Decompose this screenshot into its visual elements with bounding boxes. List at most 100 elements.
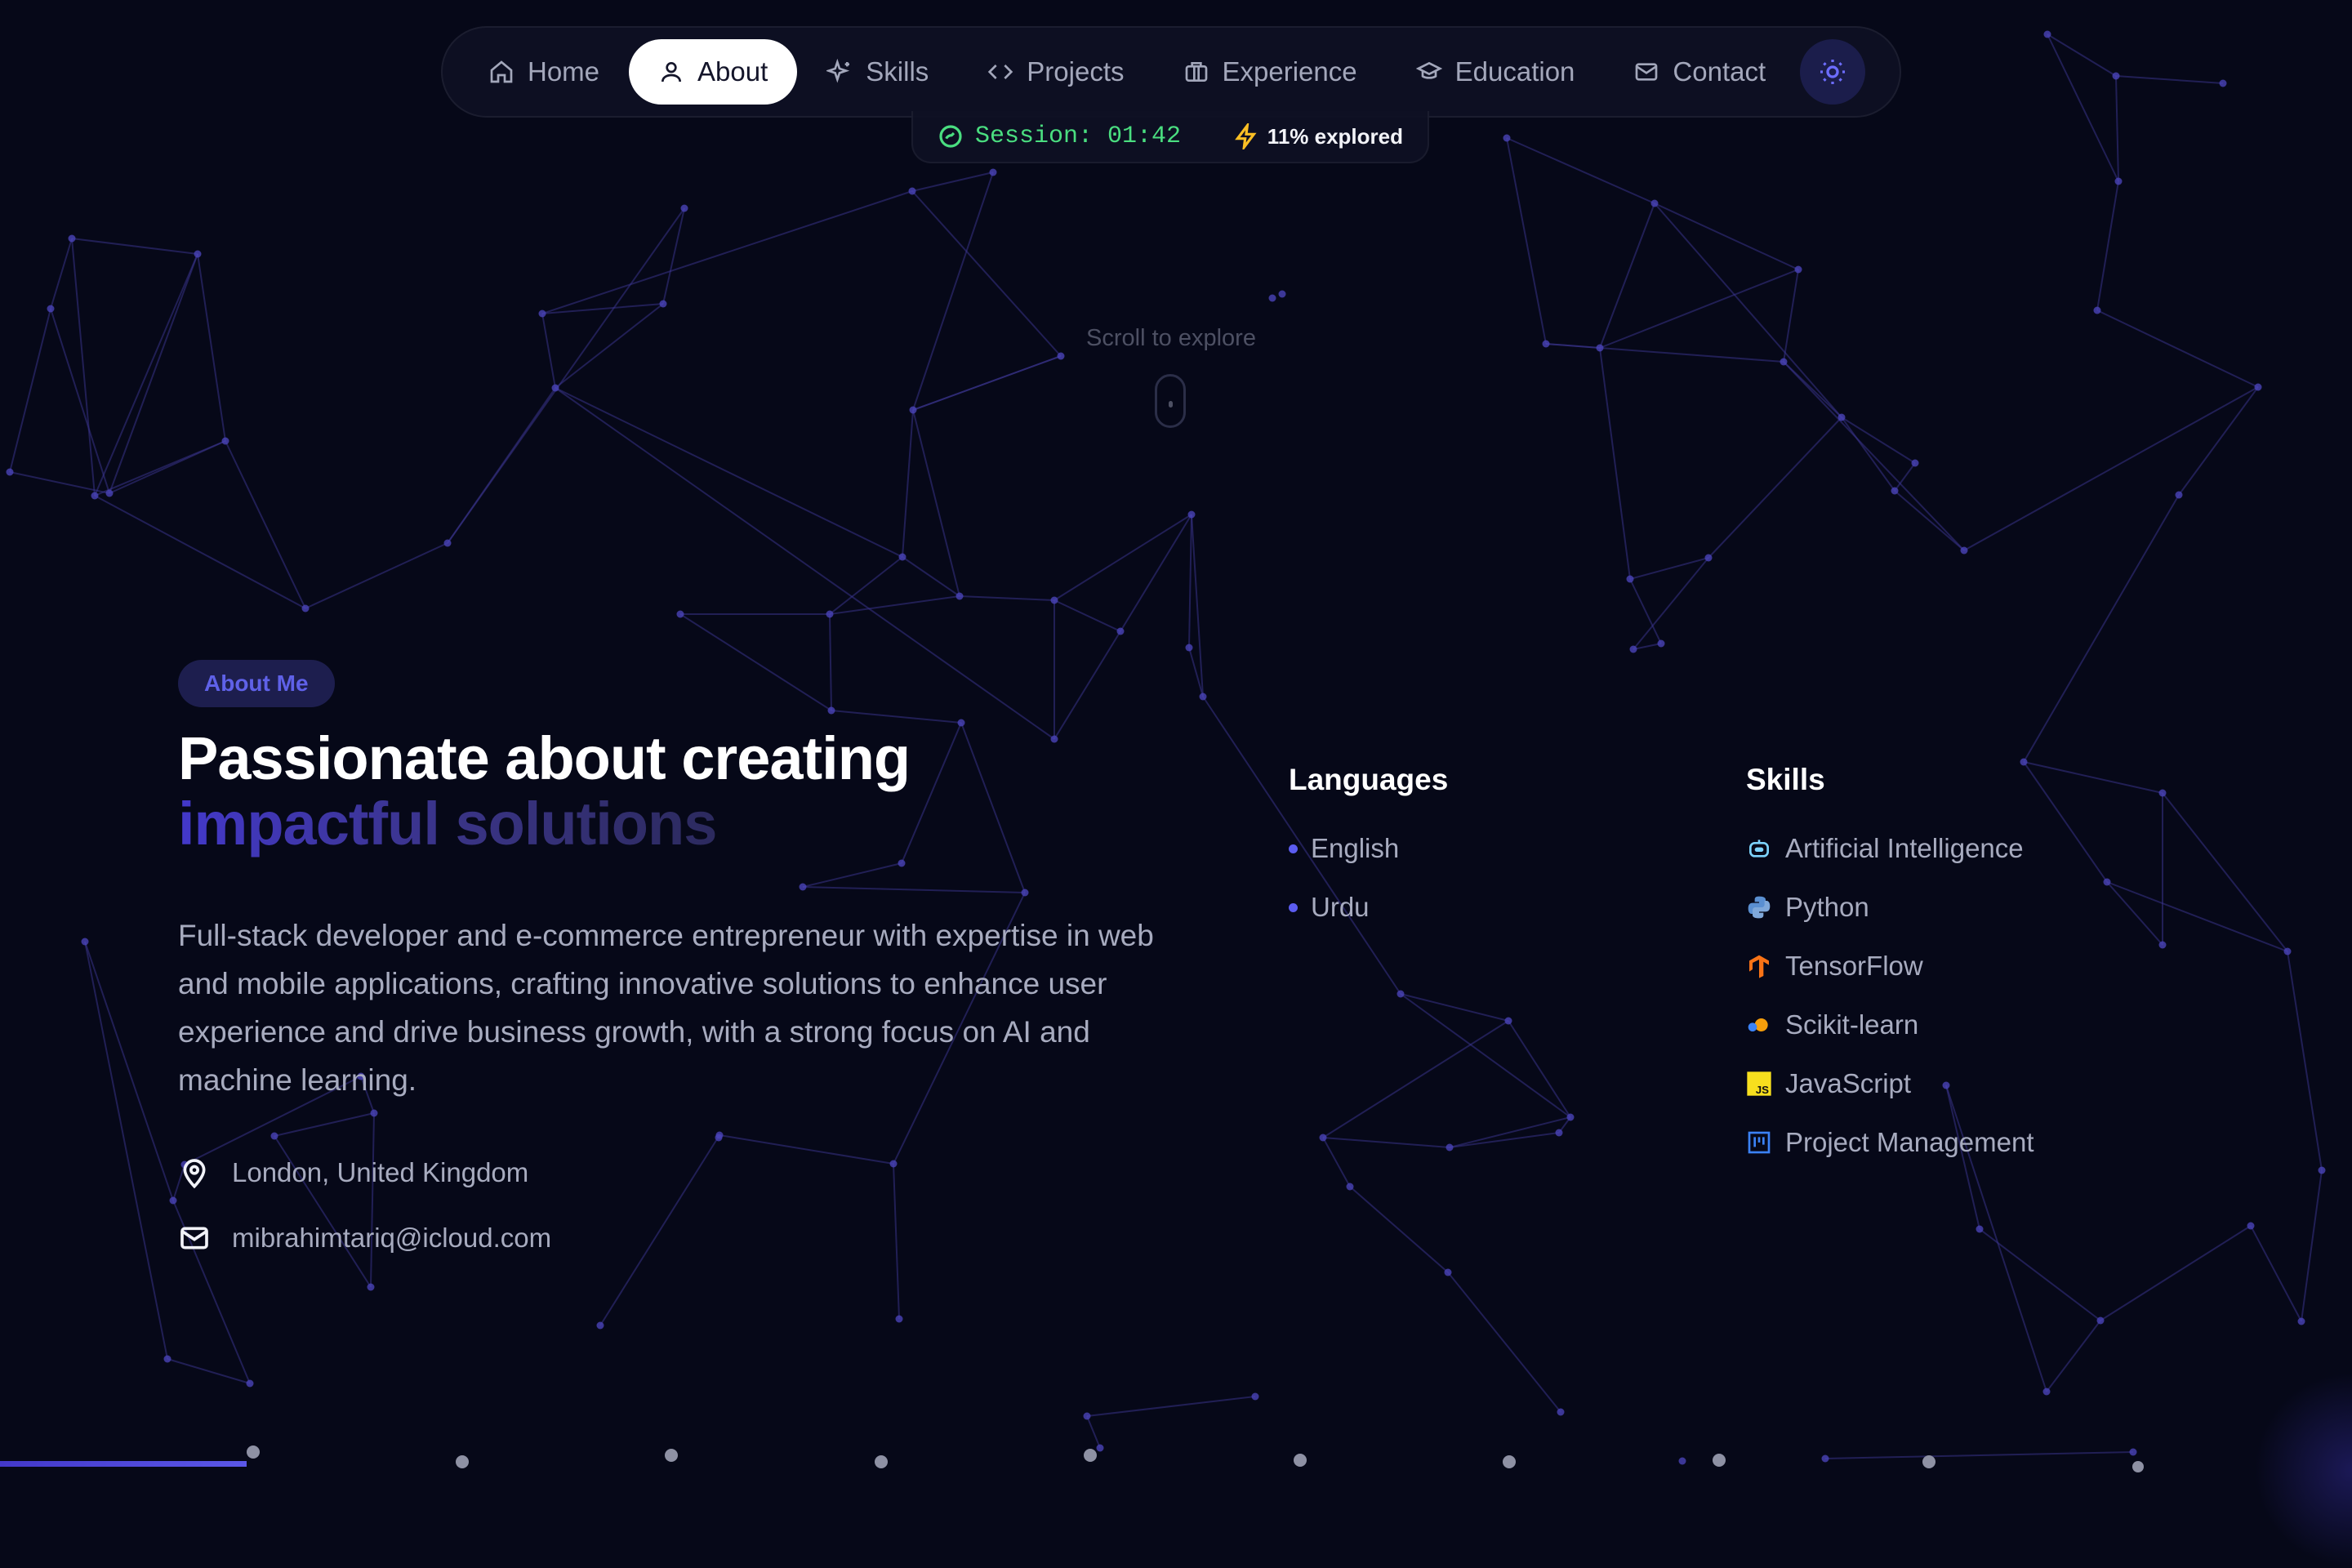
floating-dot	[875, 1455, 888, 1468]
network-edge	[719, 1134, 894, 1165]
nav-experience-label: Experience	[1222, 56, 1357, 87]
network-node	[91, 492, 99, 500]
network-edge	[960, 722, 1026, 893]
network-edge	[1449, 1116, 1571, 1148]
map-pin-icon	[183, 1159, 206, 1189]
network-node	[367, 1283, 375, 1291]
nav-education[interactable]: Education	[1387, 39, 1605, 105]
network-node	[957, 719, 965, 727]
network-node	[1319, 1134, 1327, 1142]
network-edge	[1783, 361, 1965, 551]
languages-title: Languages	[1289, 763, 1449, 796]
network-edge	[901, 722, 962, 864]
network-node	[2129, 1448, 2137, 1456]
nav-skills[interactable]: Skills	[797, 39, 958, 105]
network-edge	[2287, 951, 2323, 1171]
bullet-dot	[1289, 844, 1298, 853]
robot-icon	[1746, 835, 1772, 862]
network-edge	[1400, 993, 1509, 1022]
network-edge	[1449, 1132, 1560, 1148]
skill-item: Python	[1746, 892, 1869, 923]
network-edge	[2115, 75, 2119, 182]
nav-experience[interactable]: Experience	[1154, 39, 1387, 105]
network-edge	[555, 303, 664, 389]
network-node	[889, 1160, 898, 1168]
network-node	[799, 883, 807, 891]
nav-about[interactable]: About	[629, 39, 798, 105]
network-edge	[1191, 514, 1204, 697]
network-edge	[959, 595, 1055, 601]
user-icon	[662, 62, 682, 82]
network-node	[1278, 290, 1286, 298]
mail-icon	[180, 1227, 208, 1250]
bullet-dot	[1289, 902, 1298, 912]
network-node	[1678, 1457, 1686, 1465]
network-edge	[1322, 1137, 1351, 1187]
about-description: Full-stack developer and e-commerce entr…	[178, 919, 1154, 1097]
code-icon	[988, 65, 1013, 79]
network-node	[1650, 199, 1659, 207]
nav-home[interactable]: Home	[459, 39, 629, 105]
network-edge	[2178, 386, 2259, 496]
about-title-highlight: impactful solutions	[178, 790, 717, 858]
network-node	[551, 384, 559, 392]
network-node	[370, 1109, 378, 1117]
email-row[interactable]: mibrahimtariq@icloud.com	[178, 1222, 551, 1254]
network-node	[1911, 459, 1919, 467]
network-edge	[1654, 203, 1799, 270]
network-edge	[912, 355, 1062, 411]
network-node	[270, 1132, 278, 1140]
network-edge	[1054, 599, 1121, 632]
network-node	[1942, 1081, 1950, 1089]
network-edge	[1841, 416, 1916, 464]
network-edge	[2100, 1225, 2252, 1321]
nav-projects[interactable]: Projects	[958, 39, 1153, 105]
javascript-icon: JS	[1746, 1071, 1772, 1097]
network-edge	[9, 471, 110, 494]
floating-dot	[1713, 1454, 1726, 1467]
network-node	[2042, 1388, 2051, 1396]
network-node	[1891, 487, 1899, 495]
network-edge	[84, 941, 168, 1360]
nav-contact-label: Contact	[1673, 56, 1766, 87]
skill-item: JS JavaScript	[1746, 1068, 1911, 1099]
network-node	[1626, 575, 1634, 583]
network-edge	[9, 308, 51, 473]
skill-item: Project Management	[1746, 1127, 2034, 1158]
network-node	[194, 250, 202, 258]
network-edge	[1963, 386, 2259, 551]
network-node	[676, 610, 684, 618]
nav-skills-label: Skills	[866, 56, 929, 87]
theme-toggle-button[interactable]	[1800, 39, 1866, 105]
location-text: London, United Kingdom	[232, 1157, 529, 1187]
network-node	[1780, 358, 1788, 366]
session-timer-text: Session: 01:42	[975, 122, 1182, 150]
network-edge	[447, 387, 556, 544]
python-icon	[1746, 894, 1772, 920]
network-edge	[71, 238, 198, 255]
network-node	[2096, 1316, 2105, 1325]
sparkles-icon	[826, 59, 850, 83]
floating-dot	[1294, 1454, 1307, 1467]
network-edge	[1322, 1137, 1450, 1148]
scroll-progress-bar	[0, 1461, 247, 1467]
mouse-scroll-icon	[1155, 374, 1186, 428]
network-node	[105, 489, 114, 497]
network-edge	[1120, 514, 1192, 632]
network-node	[895, 1315, 903, 1323]
network-node	[1116, 627, 1125, 635]
skill-item: Artificial Intelligence	[1746, 833, 2024, 864]
network-node	[68, 234, 76, 243]
language-label: Urdu	[1311, 892, 1370, 922]
scroll-hint: Scroll to explore	[1086, 325, 1256, 351]
email-link[interactable]: mibrahimtariq@icloud.com	[232, 1223, 551, 1254]
network-edge	[50, 238, 73, 310]
network-node	[169, 1196, 177, 1205]
nav-contact[interactable]: Contact	[1604, 39, 1795, 105]
gauge-icon	[939, 125, 962, 148]
kanban-icon	[1746, 1129, 1772, 1156]
network-edge	[1506, 137, 1547, 345]
network-edge	[197, 253, 226, 442]
network-node	[2254, 383, 2262, 391]
floating-dot	[247, 1446, 260, 1459]
